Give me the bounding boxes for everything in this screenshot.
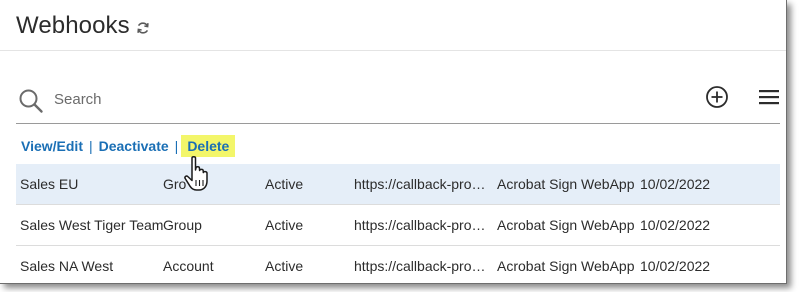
row-actions: View/Edit | Deactivate | Delete <box>21 135 236 157</box>
table-row[interactable]: Sales EU Gro Active https://callback-pro… <box>16 164 780 205</box>
webhook-status: Active <box>265 176 304 192</box>
action-separator: | <box>88 138 93 154</box>
search-input[interactable] <box>54 87 654 111</box>
webhook-name: Sales West Tiger Team <box>20 217 164 233</box>
webhook-date: 10/02/2022 <box>640 176 711 192</box>
page-title: Webhooks <box>16 12 130 39</box>
action-separator: | <box>174 138 179 154</box>
header-divider <box>0 50 786 51</box>
table-row[interactable]: Sales NA West Account Active https://cal… <box>16 246 780 283</box>
deactivate-link[interactable]: Deactivate <box>99 138 169 154</box>
webhook-name: Sales NA West <box>20 258 114 274</box>
webhook-name: Sales EU <box>20 176 79 192</box>
webhook-date: 10/02/2022 <box>640 258 711 274</box>
webhook-status: Active <box>265 217 304 233</box>
add-circle-icon[interactable] <box>705 85 729 114</box>
webhook-url: https://callback-prod... <box>354 217 490 233</box>
refresh-icon[interactable] <box>136 21 150 35</box>
page-header: Webhooks <box>16 10 150 42</box>
webhooks-panel: Webhooks Search View/Edit | Deactivate |… <box>0 0 787 284</box>
webhook-status: Active <box>265 258 304 274</box>
view-edit-link[interactable]: View/Edit <box>21 138 83 154</box>
webhooks-table: Sales EU Gro Active https://callback-pro… <box>16 164 780 283</box>
webhook-url: https://callback-prod... <box>354 176 490 192</box>
table-row[interactable]: Sales West Tiger Team Group Active https… <box>16 205 780 246</box>
webhook-application: Acrobat Sign WebApp <box>497 176 635 192</box>
menu-icon[interactable] <box>758 89 780 110</box>
webhook-application: Acrobat Sign WebApp <box>497 258 635 274</box>
search-bar <box>16 82 780 124</box>
webhook-url: https://callback-prod... <box>354 258 490 274</box>
search-icon[interactable] <box>18 88 44 119</box>
webhook-application: Acrobat Sign WebApp <box>497 217 635 233</box>
hand-pointer-cursor-icon <box>182 155 216 198</box>
webhook-scope: Account <box>163 258 214 274</box>
delete-link[interactable]: Delete <box>181 135 236 157</box>
webhook-scope: Group <box>163 217 202 233</box>
webhook-date: 10/02/2022 <box>640 217 711 233</box>
